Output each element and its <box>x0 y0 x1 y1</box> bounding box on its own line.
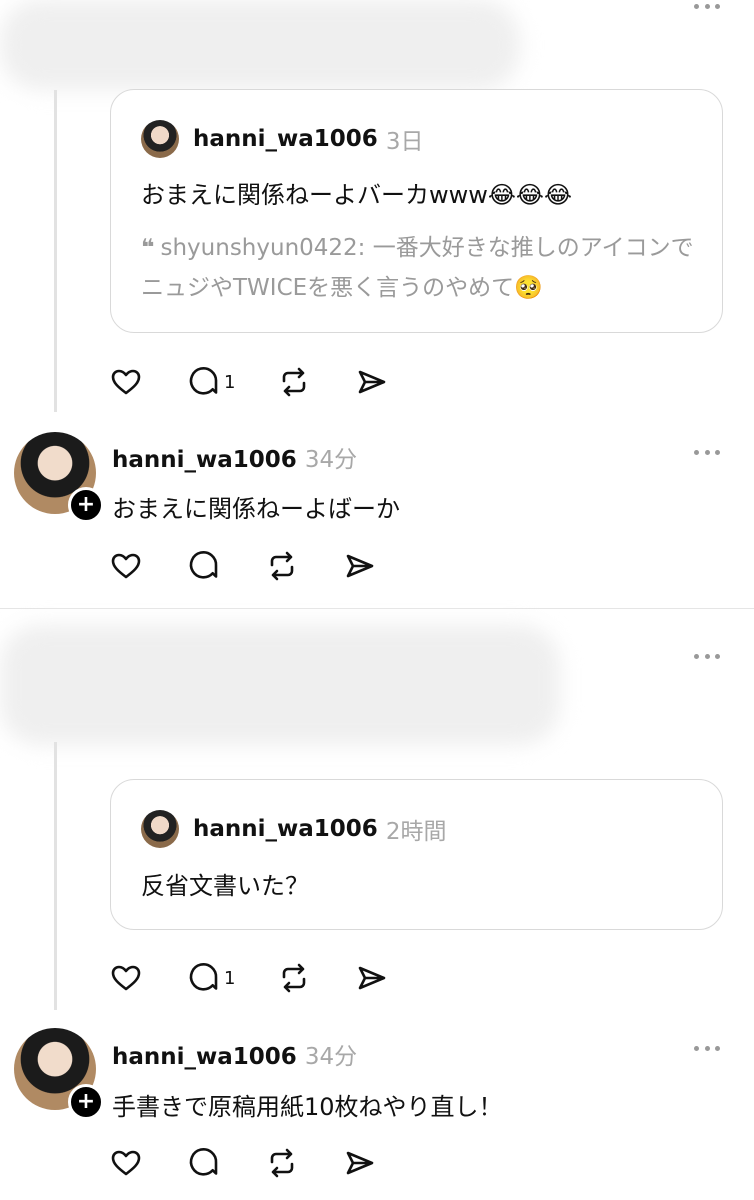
more-options-button[interactable] <box>694 448 720 456</box>
quoted-post-time: 2時間 <box>385 819 447 845</box>
follow-button[interactable]: + <box>68 487 104 523</box>
repost-icon <box>282 367 306 397</box>
heart-icon <box>111 1150 141 1176</box>
repost-icon <box>270 551 294 581</box>
thread-line <box>54 742 57 1010</box>
share-icon <box>346 554 374 578</box>
more-icon <box>694 449 699 455</box>
comment-button[interactable]: 1 <box>186 958 236 998</box>
share-icon <box>358 370 386 394</box>
reply-author-username[interactable]: hanni_wa1006 <box>112 1044 297 1070</box>
more-icon <box>694 3 699 9</box>
quoted-author-username[interactable]: hanni_wa1006 <box>193 126 378 152</box>
threads-feed: hanni_wa1006 3日 おまえに関係ねーよバーカwww😂😂😂 ❝ shyu… <box>0 0 754 1200</box>
post-actions: 1 <box>108 362 432 402</box>
like-button[interactable] <box>108 1143 144 1183</box>
like-button[interactable] <box>108 362 144 402</box>
more-icon <box>694 653 699 659</box>
quoted-post-text: 反省文書いた？ <box>141 872 309 900</box>
more-options-button[interactable] <box>694 652 720 660</box>
more-options-button[interactable] <box>694 2 720 10</box>
repost-icon <box>270 1148 294 1178</box>
reply-time: 34分 <box>304 1044 358 1070</box>
comment-icon <box>189 367 218 395</box>
comment-button[interactable] <box>186 1143 222 1183</box>
comment-icon <box>189 551 218 579</box>
more-icon <box>694 1045 699 1051</box>
repost-button[interactable] <box>264 546 300 586</box>
reply-actions <box>108 1143 420 1183</box>
share-button[interactable] <box>342 546 378 586</box>
more-options-button[interactable] <box>694 1044 720 1052</box>
quoted-post-time: 3日 <box>385 129 424 155</box>
reply-time: 34分 <box>304 447 358 473</box>
quoted-author-username[interactable]: hanni_wa1006 <box>193 816 378 842</box>
heart-icon <box>111 965 141 991</box>
reply-author-username[interactable]: hanni_wa1006 <box>112 447 297 473</box>
quoted-reply-snippet: ❝ shyunshyun0422: 一番大好きな推しのアイコンでニュジやTWICE… <box>141 228 698 308</box>
share-button[interactable] <box>354 958 390 998</box>
reply-count: 1 <box>224 371 236 393</box>
quoted-post-card[interactable]: hanni_wa1006 2時間 反省文書いた？ <box>110 779 723 930</box>
follow-button[interactable]: + <box>68 1084 104 1120</box>
comment-button[interactable]: 1 <box>186 362 236 402</box>
reply-text: おまえに関係ねーよばーか <box>112 495 400 523</box>
post-actions: 1 <box>108 958 432 998</box>
quoted-post-text: おまえに関係ねーよバーカwww😂😂😂 <box>141 181 573 209</box>
quote-mark-icon: ❝ <box>141 235 155 261</box>
comment-button[interactable] <box>186 546 222 586</box>
thread-line <box>54 90 57 412</box>
post-divider <box>0 608 754 609</box>
repost-button[interactable] <box>264 1143 300 1183</box>
quoted-post-card[interactable]: hanni_wa1006 3日 おまえに関係ねーよバーカwww😂😂😂 ❝ shyu… <box>110 89 723 333</box>
redacted-author-area <box>0 0 520 90</box>
quoted-reply-text: shyunshyun0422: 一番大好きな推しのアイコンでニュジやTWICEを… <box>141 235 694 301</box>
like-button[interactable] <box>108 958 144 998</box>
like-button[interactable] <box>108 546 144 586</box>
repost-button[interactable] <box>276 958 312 998</box>
heart-icon <box>111 369 141 395</box>
share-button[interactable] <box>342 1143 378 1183</box>
repost-button[interactable] <box>276 362 312 402</box>
quoted-author-avatar[interactable] <box>141 810 179 848</box>
comment-icon <box>189 963 218 991</box>
plus-icon: + <box>76 1089 96 1114</box>
comment-icon <box>189 1148 218 1176</box>
reply-text: 手書きで原稿用紙10枚ねやり直し！ <box>112 1093 503 1121</box>
repost-icon <box>282 963 306 993</box>
reply-actions <box>108 546 420 586</box>
share-icon <box>346 1151 374 1175</box>
share-icon <box>358 966 386 990</box>
heart-icon <box>111 553 141 579</box>
redacted-author-area <box>0 625 560 745</box>
quoted-author-avatar[interactable] <box>141 120 179 158</box>
reply-count: 1 <box>224 967 236 989</box>
plus-icon: + <box>76 492 96 517</box>
share-button[interactable] <box>354 362 390 402</box>
